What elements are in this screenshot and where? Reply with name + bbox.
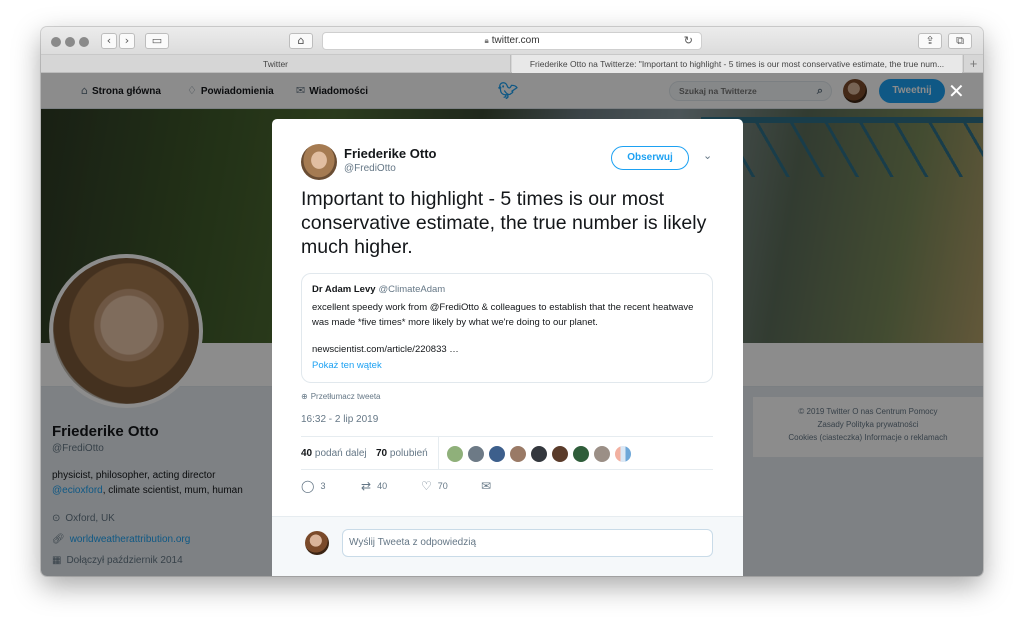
close-icon[interactable]: ✕ bbox=[948, 79, 965, 103]
tweet-text: Important to highlight - 5 times is our … bbox=[301, 188, 707, 258]
reply-icon: ◯ bbox=[301, 479, 315, 493]
tweet-author-avatar[interactable] bbox=[301, 144, 337, 180]
retweet-button[interactable]: ⇄ 40 bbox=[361, 479, 387, 493]
retweets-label: podań dalej bbox=[314, 448, 367, 459]
liker-avatar[interactable] bbox=[593, 445, 611, 463]
quoted-author-name: Dr Adam Levy bbox=[312, 284, 376, 295]
globe-icon: ⊕ bbox=[301, 392, 308, 401]
liker-avatar[interactable] bbox=[551, 445, 569, 463]
liker-avatar[interactable] bbox=[509, 445, 527, 463]
like-count: 70 bbox=[437, 481, 448, 491]
likes-label: polubień bbox=[389, 448, 428, 459]
liker-avatar[interactable] bbox=[572, 445, 590, 463]
back-icon[interactable]: ‹ bbox=[101, 33, 117, 49]
dm-button[interactable]: ✉ bbox=[481, 479, 497, 493]
tweet-modal: Friederike Otto @FrediOtto Obserwuj ⌄ Im… bbox=[272, 119, 743, 576]
reply-count: 3 bbox=[320, 481, 326, 491]
liker-avatar[interactable] bbox=[488, 445, 506, 463]
like-button[interactable]: ♡ 70 bbox=[421, 479, 448, 493]
translate-label: Przetłumacz tweeta bbox=[310, 392, 381, 401]
browser-toolbar: ‹ › ▭ ⌂ 🔒︎ twitter.com ↻ ⇪ ⧉ bbox=[41, 27, 983, 55]
tweet-author-name[interactable]: Friederike Otto bbox=[344, 146, 436, 161]
retweet-icon: ⇄ bbox=[361, 479, 372, 493]
reply-button[interactable]: ◯ 3 bbox=[301, 479, 325, 493]
retweets-stat[interactable]: 40 podań dalej bbox=[301, 448, 367, 459]
quoted-tweet-body: excellent speedy work from @FrediOtto & … bbox=[312, 302, 694, 328]
stats-divider bbox=[438, 437, 439, 470]
reload-icon[interactable]: ↻ bbox=[684, 33, 693, 49]
minimize-traffic-light[interactable] bbox=[65, 37, 75, 47]
likes-count: 70 bbox=[376, 448, 388, 459]
forward-icon[interactable]: › bbox=[119, 33, 135, 49]
show-thread-link[interactable]: Pokaż ten wątek bbox=[312, 360, 702, 371]
twitter-page: ⌂ Strona główna ♢ Powiadomienia ✉ Wiadomośc… bbox=[41, 73, 983, 576]
translate-tweet[interactable]: ⊕ Przetłumacz tweeta bbox=[301, 392, 381, 401]
quoted-tweet-header: Dr Adam Levy @ClimateAdam bbox=[312, 284, 702, 295]
quoted-tweet-link[interactable]: newscientist.com/article/220833 … bbox=[312, 344, 702, 355]
sidebar-icon[interactable]: ▭ bbox=[145, 33, 169, 49]
quoted-tweet[interactable]: Dr Adam Levy @ClimateAdam excellent speed… bbox=[301, 273, 713, 383]
liker-avatar[interactable] bbox=[446, 445, 464, 463]
reply-avatar bbox=[305, 531, 329, 555]
tabs-overview-icon[interactable]: ⧉ bbox=[948, 33, 972, 49]
tab-strip: Twitter Friederike Otto na Twitterze: "I… bbox=[41, 55, 983, 73]
tab-twitter[interactable]: Twitter bbox=[41, 55, 511, 73]
tweet-timestamp[interactable]: 16:32 - 2 lip 2019 bbox=[301, 414, 378, 425]
tweet-author-handle: @FrediOtto bbox=[344, 163, 396, 174]
tab-tweet[interactable]: Friederike Otto na Twitterze: "Important… bbox=[512, 55, 962, 73]
likes-stat[interactable]: 70 polubień bbox=[376, 448, 428, 459]
retweets-count: 40 bbox=[301, 448, 313, 459]
liker-avatar[interactable] bbox=[614, 445, 632, 463]
envelope-icon: ✉ bbox=[481, 479, 492, 493]
home-icon[interactable]: ⌂ bbox=[289, 33, 313, 49]
url-bar[interactable]: 🔒︎ twitter.com ↻ bbox=[322, 32, 702, 50]
tweet-stats: 40 podań dalej 70 polubień bbox=[301, 436, 713, 470]
share-icon[interactable]: ⇪ bbox=[918, 33, 942, 49]
close-traffic-light[interactable] bbox=[51, 37, 61, 47]
liker-avatar[interactable] bbox=[467, 445, 485, 463]
zoom-traffic-light[interactable] bbox=[79, 37, 89, 47]
reply-input[interactable]: Wyślij Tweeta z odpowiedzią bbox=[342, 529, 713, 557]
browser-window: ‹ › ▭ ⌂ 🔒︎ twitter.com ↻ ⇪ ⧉ Twitter Frie… bbox=[41, 27, 983, 576]
lock-icon: 🔒︎ bbox=[484, 36, 489, 45]
new-tab-button[interactable]: + bbox=[963, 55, 983, 73]
heart-icon: ♡ bbox=[421, 479, 432, 493]
retweet-count: 40 bbox=[377, 481, 388, 491]
url-text: twitter.com bbox=[491, 35, 540, 46]
liker-avatar[interactable] bbox=[530, 445, 548, 463]
follow-button[interactable]: Obserwuj bbox=[611, 146, 689, 170]
reply-composer: Wyślij Tweeta z odpowiedzią bbox=[272, 516, 743, 576]
quoted-author-handle: @ClimateAdam bbox=[378, 284, 446, 295]
chevron-down-icon[interactable]: ⌄ bbox=[703, 149, 712, 162]
